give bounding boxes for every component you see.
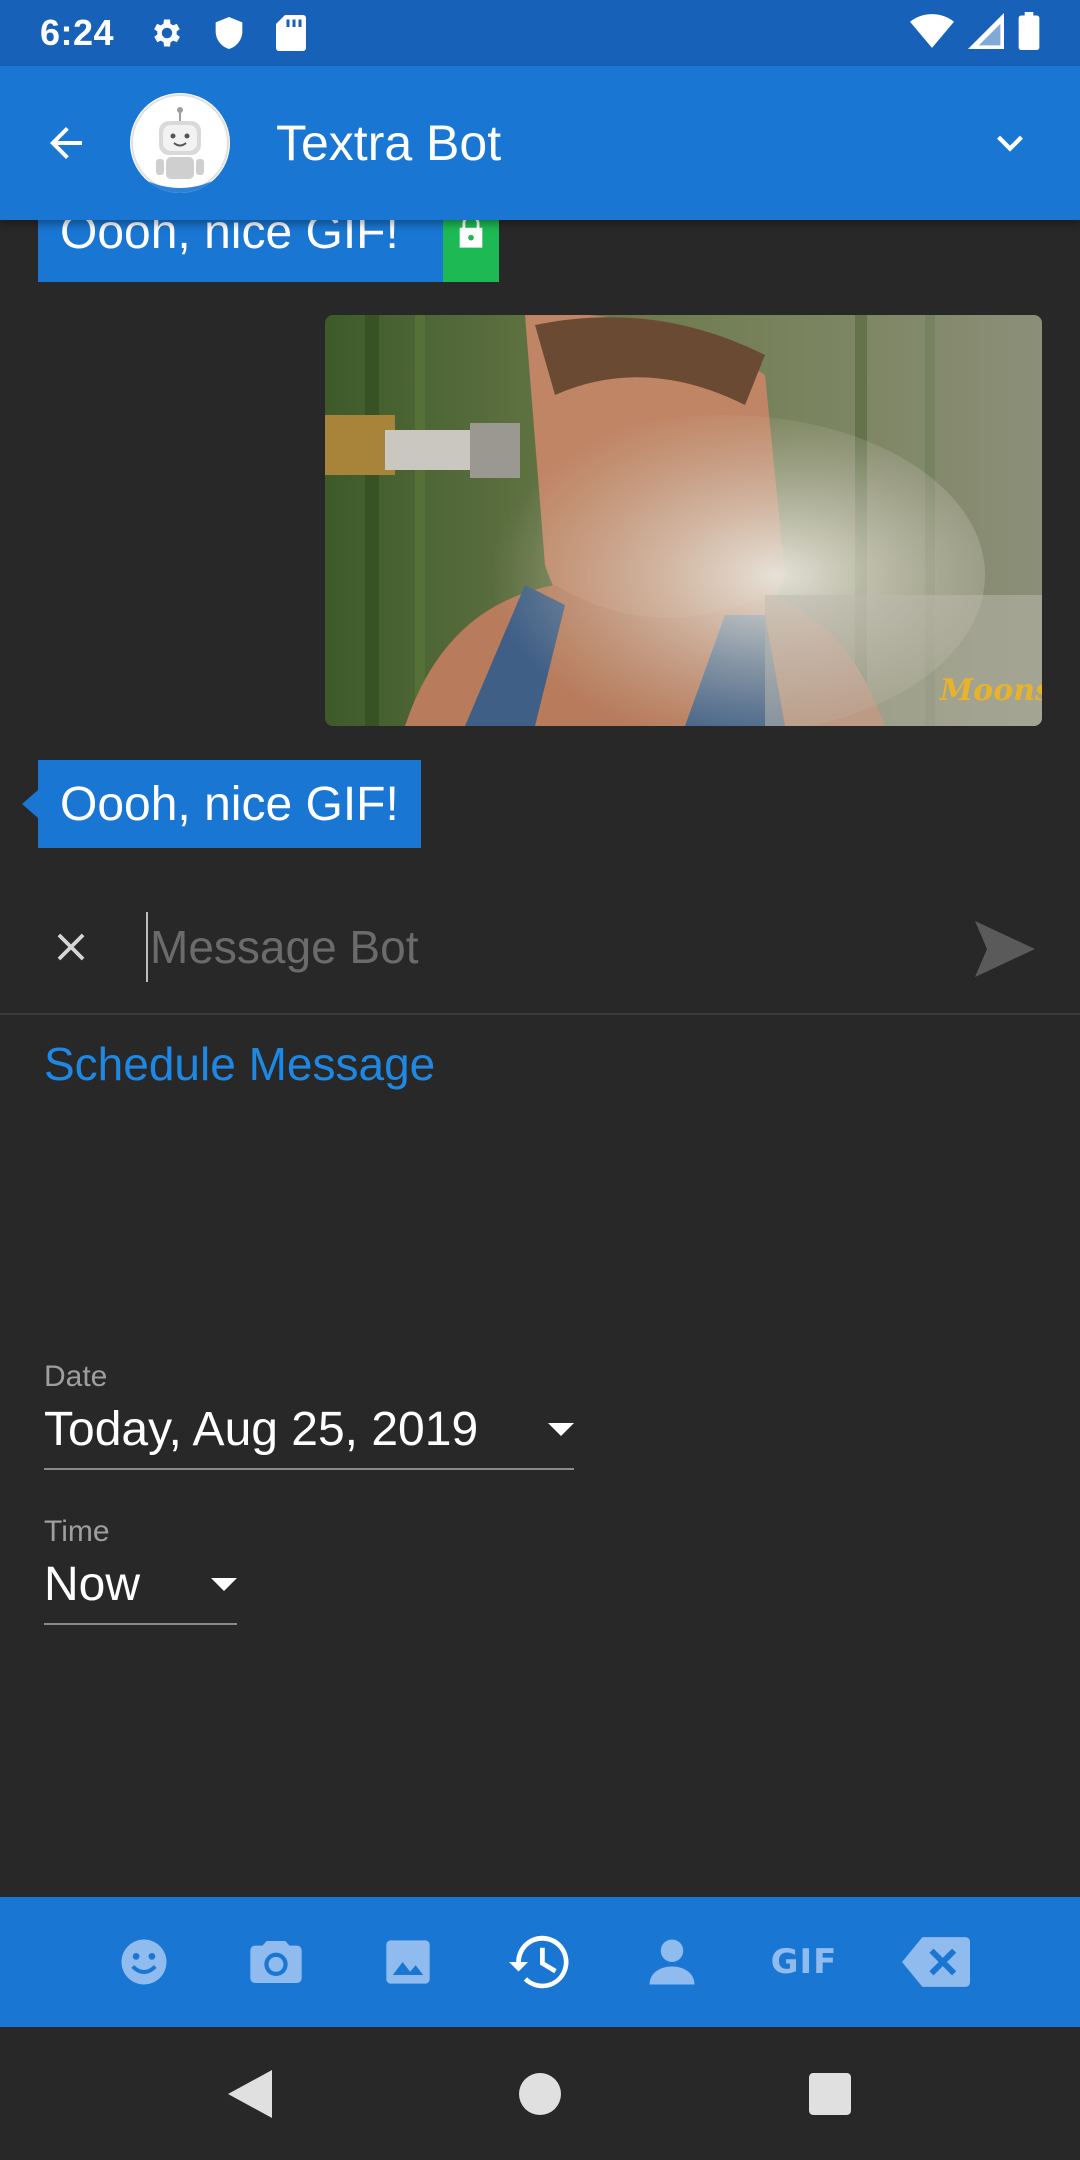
delete-icon[interactable] <box>870 1897 1002 2027</box>
system-nav-bar <box>0 2027 1080 2160</box>
image-icon[interactable] <box>342 1897 474 2027</box>
status-right-icons <box>910 11 1040 55</box>
gif-image[interactable]: Moonshiners <box>325 315 1042 726</box>
wifi-icon <box>910 13 954 54</box>
attachment-toolbar: GIF <box>0 1897 1080 2027</box>
robot-avatar-icon <box>131 94 229 193</box>
back-triangle-icon[interactable] <box>205 2049 295 2139</box>
time-dropdown[interactable]: Now <box>44 1545 237 1625</box>
recents-square-icon[interactable] <box>785 2049 875 2139</box>
dropdown-arrow-icon <box>211 1577 237 1591</box>
sd-card-icon <box>270 12 312 54</box>
status-time: 6:24 <box>40 12 115 53</box>
date-dropdown[interactable]: Today, Aug 25, 2019 <box>44 1390 574 1470</box>
dropdown-arrow-icon <box>548 1422 574 1436</box>
settings-icon <box>146 12 188 54</box>
schedule-title: Schedule Message <box>44 1038 436 1090</box>
signal-icon <box>968 12 1004 54</box>
chevron-down-icon[interactable] <box>970 103 1050 183</box>
app-bar: Textra Bot <box>0 66 1080 220</box>
close-icon[interactable] <box>36 912 106 982</box>
gif-image-content: Moonshiners <box>325 315 1042 726</box>
avatar[interactable] <box>130 93 230 193</box>
time-label: Time <box>44 1515 110 1548</box>
gif-label: GIF <box>770 1942 838 1982</box>
gif-watermark: Moonshiners <box>939 673 1042 708</box>
emoji-icon[interactable] <box>78 1897 210 2027</box>
home-circle-icon[interactable] <box>495 2049 585 2139</box>
message-bubble[interactable]: Oooh, nice GIF! <box>22 760 421 848</box>
message-text: Oooh, nice GIF! <box>60 777 399 831</box>
date-label: Date <box>44 1360 108 1393</box>
camera-icon[interactable] <box>210 1897 342 2027</box>
message-input[interactable] <box>146 911 946 982</box>
send-icon[interactable] <box>970 914 1040 984</box>
contact-name[interactable]: Textra Bot <box>276 114 501 172</box>
shield-icon <box>208 12 250 54</box>
back-arrow-icon[interactable] <box>26 103 106 183</box>
battery-icon <box>1018 11 1040 55</box>
screen: 6:24 Textra Bot Oooh, nice GIF! Moons Oo… <box>0 0 1080 2160</box>
schedule-panel: Schedule Message Date Today, Aug 25, 201… <box>0 1017 1080 1897</box>
conversation-list[interactable]: Oooh, nice GIF! Moons Oooh, nice GIF! <box>0 182 1080 880</box>
schedule-icon[interactable] <box>474 1897 606 2027</box>
contact-icon[interactable] <box>606 1897 738 2027</box>
gif-icon[interactable]: GIF <box>738 1897 870 2027</box>
date-value: Today, Aug 25, 2019 <box>44 1402 479 1456</box>
bubble-tail <box>22 790 38 818</box>
composer <box>0 880 1080 1015</box>
status-bar: 6:24 <box>0 0 1080 66</box>
time-value: Now <box>44 1557 141 1611</box>
